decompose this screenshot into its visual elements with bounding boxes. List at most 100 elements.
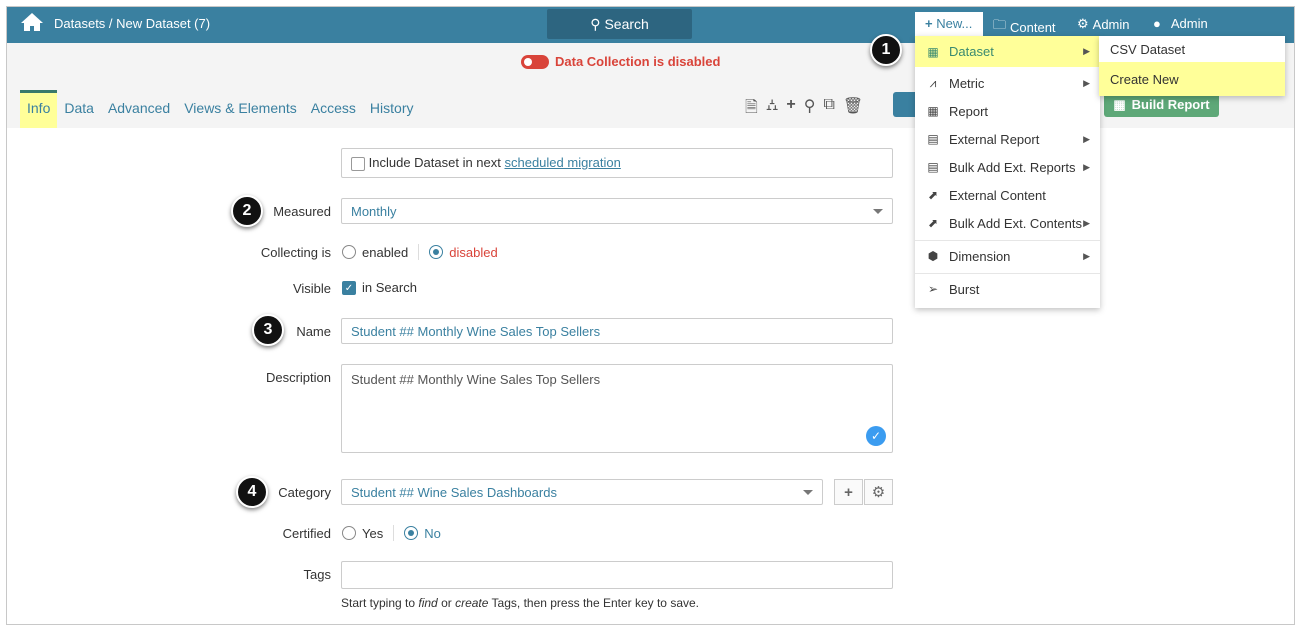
user-button[interactable]: ● Admin	[1153, 16, 1208, 31]
plus-icon: +	[925, 16, 937, 31]
search-label: Search	[604, 16, 649, 32]
tab-views-elements[interactable]: Views & Elements	[177, 90, 304, 128]
tab-info[interactable]: Info	[20, 90, 58, 128]
search-icon[interactable]: ⚲	[804, 96, 816, 123]
collecting-label: Collecting is	[260, 245, 331, 260]
yes-label: Yes	[362, 525, 384, 541]
chevron-down-icon	[873, 209, 883, 214]
hierarchy-icon[interactable]: ⛼	[766, 96, 779, 123]
toolbar-icons: 🗎 ⛼ + ⚲ ⧉ 🗑	[745, 96, 863, 123]
table-icon: ▦	[927, 44, 939, 59]
caret-right-icon: ▶	[1083, 250, 1090, 261]
visible-checkbox[interactable]: ✓	[342, 280, 356, 295]
step-badge-3: 3	[252, 314, 284, 346]
home-icon[interactable]	[20, 12, 44, 32]
paper-plane-icon: ➢	[927, 282, 939, 296]
measured-value: Monthly	[351, 204, 397, 219]
toggle-icon[interactable]	[521, 54, 549, 69]
menu-item-external-report[interactable]: ▤ External Report ▶	[915, 125, 1100, 153]
menu-item-external-content[interactable]: ⬈ External Content	[915, 181, 1100, 209]
build-report-label: Build Report	[1131, 97, 1210, 112]
tab-data[interactable]: Data	[57, 90, 101, 128]
no-label: No	[424, 525, 441, 541]
plus-icon[interactable]: +	[786, 96, 795, 123]
name-label: Name	[296, 324, 331, 339]
caret-right-icon: ▶	[1083, 161, 1090, 172]
caret-right-icon: ▶	[1083, 133, 1090, 144]
menu-item-dataset[interactable]: ▦ Dataset ▶	[915, 36, 1100, 67]
disabled-label: disabled	[449, 244, 498, 260]
chevron-down-icon	[803, 490, 813, 495]
name-input[interactable]: Student ## Monthly Wine Sales Top Seller…	[341, 318, 893, 344]
migration-checkbox[interactable]	[351, 156, 365, 171]
line-chart-icon: ⩘	[929, 75, 937, 90]
trash-icon[interactable]: 🗑	[843, 96, 863, 123]
report-icon: ▦	[927, 104, 939, 118]
visible-label: Visible	[292, 281, 331, 296]
tab-access[interactable]: Access	[304, 90, 363, 128]
status-text: Data Collection is disabled	[555, 54, 721, 69]
menu-divider	[915, 240, 1100, 241]
category-select[interactable]: Student ## Wine Sales Dashboards	[341, 479, 823, 505]
caret-right-icon: ▶	[1083, 217, 1090, 228]
submenu-create-new[interactable]: Create New	[1099, 62, 1285, 96]
new-menu-button[interactable]: + New...	[915, 12, 983, 38]
save-button[interactable]	[893, 92, 915, 117]
search-icon: ⚲	[590, 15, 601, 32]
tab-advanced[interactable]: Advanced	[101, 90, 177, 128]
spellcheck-icon[interactable]: ✓	[866, 426, 886, 446]
certified-no-radio[interactable]	[404, 526, 419, 540]
step-badge-2: 2	[231, 195, 263, 227]
category-label: Category	[278, 485, 331, 500]
migration-text: Include Dataset in next	[368, 155, 505, 170]
gear-icon: ⚙	[1077, 16, 1089, 31]
description-label: Description	[265, 370, 331, 385]
menu-item-metric[interactable]: ⩘ Metric ▶	[915, 69, 1100, 97]
document-icon[interactable]: 🗎	[745, 96, 758, 123]
menu-item-report[interactable]: ▦ Report	[915, 97, 1100, 125]
admin-label: Admin	[1092, 16, 1130, 32]
migration-box: Include Dataset in next scheduled migrat…	[341, 148, 893, 178]
submenu-csv-dataset[interactable]: CSV Dataset	[1099, 36, 1285, 62]
breadcrumb[interactable]: Datasets / New Dataset (7)	[54, 16, 210, 31]
admin-button[interactable]: ⚙ Admin	[1077, 16, 1130, 32]
step-badge-1: 1	[870, 34, 902, 66]
enabled-radio[interactable]	[342, 245, 356, 259]
menu-divider	[915, 273, 1100, 274]
add-category-button[interactable]: +	[834, 479, 863, 505]
user-label: Admin	[1170, 16, 1208, 31]
user-icon: ●	[1153, 16, 1161, 31]
category-value: Student ## Wine Sales Dashboards	[351, 485, 557, 500]
scheduled-migration-link[interactable]: scheduled migration	[504, 155, 620, 170]
search-button[interactable]: ⚲ Search	[547, 9, 692, 39]
content-label: Content	[1010, 19, 1056, 35]
bulk-report-icon: ▤	[927, 160, 939, 174]
data-collection-status[interactable]: Data Collection is disabled	[521, 54, 720, 69]
description-textarea[interactable]: Student ## Monthly Wine Sales Top Seller…	[341, 364, 893, 453]
cube-icon: ⬢	[927, 249, 939, 263]
divider	[393, 525, 395, 541]
tags-label: Tags	[303, 567, 331, 582]
measured-select[interactable]: Monthly	[341, 198, 893, 224]
copy-icon[interactable]: ⧉	[823, 96, 834, 123]
tags-input[interactable]	[341, 561, 893, 589]
disabled-radio[interactable]	[429, 245, 444, 259]
content-button[interactable]: 🗀 Content	[993, 16, 1056, 38]
tab-history[interactable]: History	[363, 90, 421, 128]
certified-label: Certified	[282, 526, 331, 541]
new-label: New...	[936, 16, 973, 31]
folder-icon: 🗀	[993, 17, 1007, 32]
certified-yes-radio[interactable]	[342, 526, 356, 540]
menu-item-bulk-ext-reports[interactable]: ▤ Bulk Add Ext. Reports ▶	[915, 153, 1100, 181]
in-search-label: in Search	[362, 280, 417, 295]
divider	[418, 244, 420, 260]
new-dropdown-menu: ▦ Dataset ▶ ⩘ Metric ▶ ▦ Report ▤ External Rep…	[915, 36, 1100, 308]
menu-item-dimension[interactable]: ⬢ Dimension ▶	[915, 242, 1100, 270]
category-settings-button[interactable]: ⚙	[864, 479, 893, 505]
dataset-submenu: CSV Dataset Create New	[1099, 36, 1285, 96]
menu-item-burst[interactable]: ➢ Burst	[915, 275, 1100, 303]
external-link-icon: ⬈	[927, 188, 939, 202]
caret-right-icon: ▶	[1083, 77, 1090, 88]
menu-item-bulk-ext-contents[interactable]: ⬈ Bulk Add Ext. Contents ▶	[915, 209, 1100, 237]
step-badge-4: 4	[236, 476, 268, 508]
